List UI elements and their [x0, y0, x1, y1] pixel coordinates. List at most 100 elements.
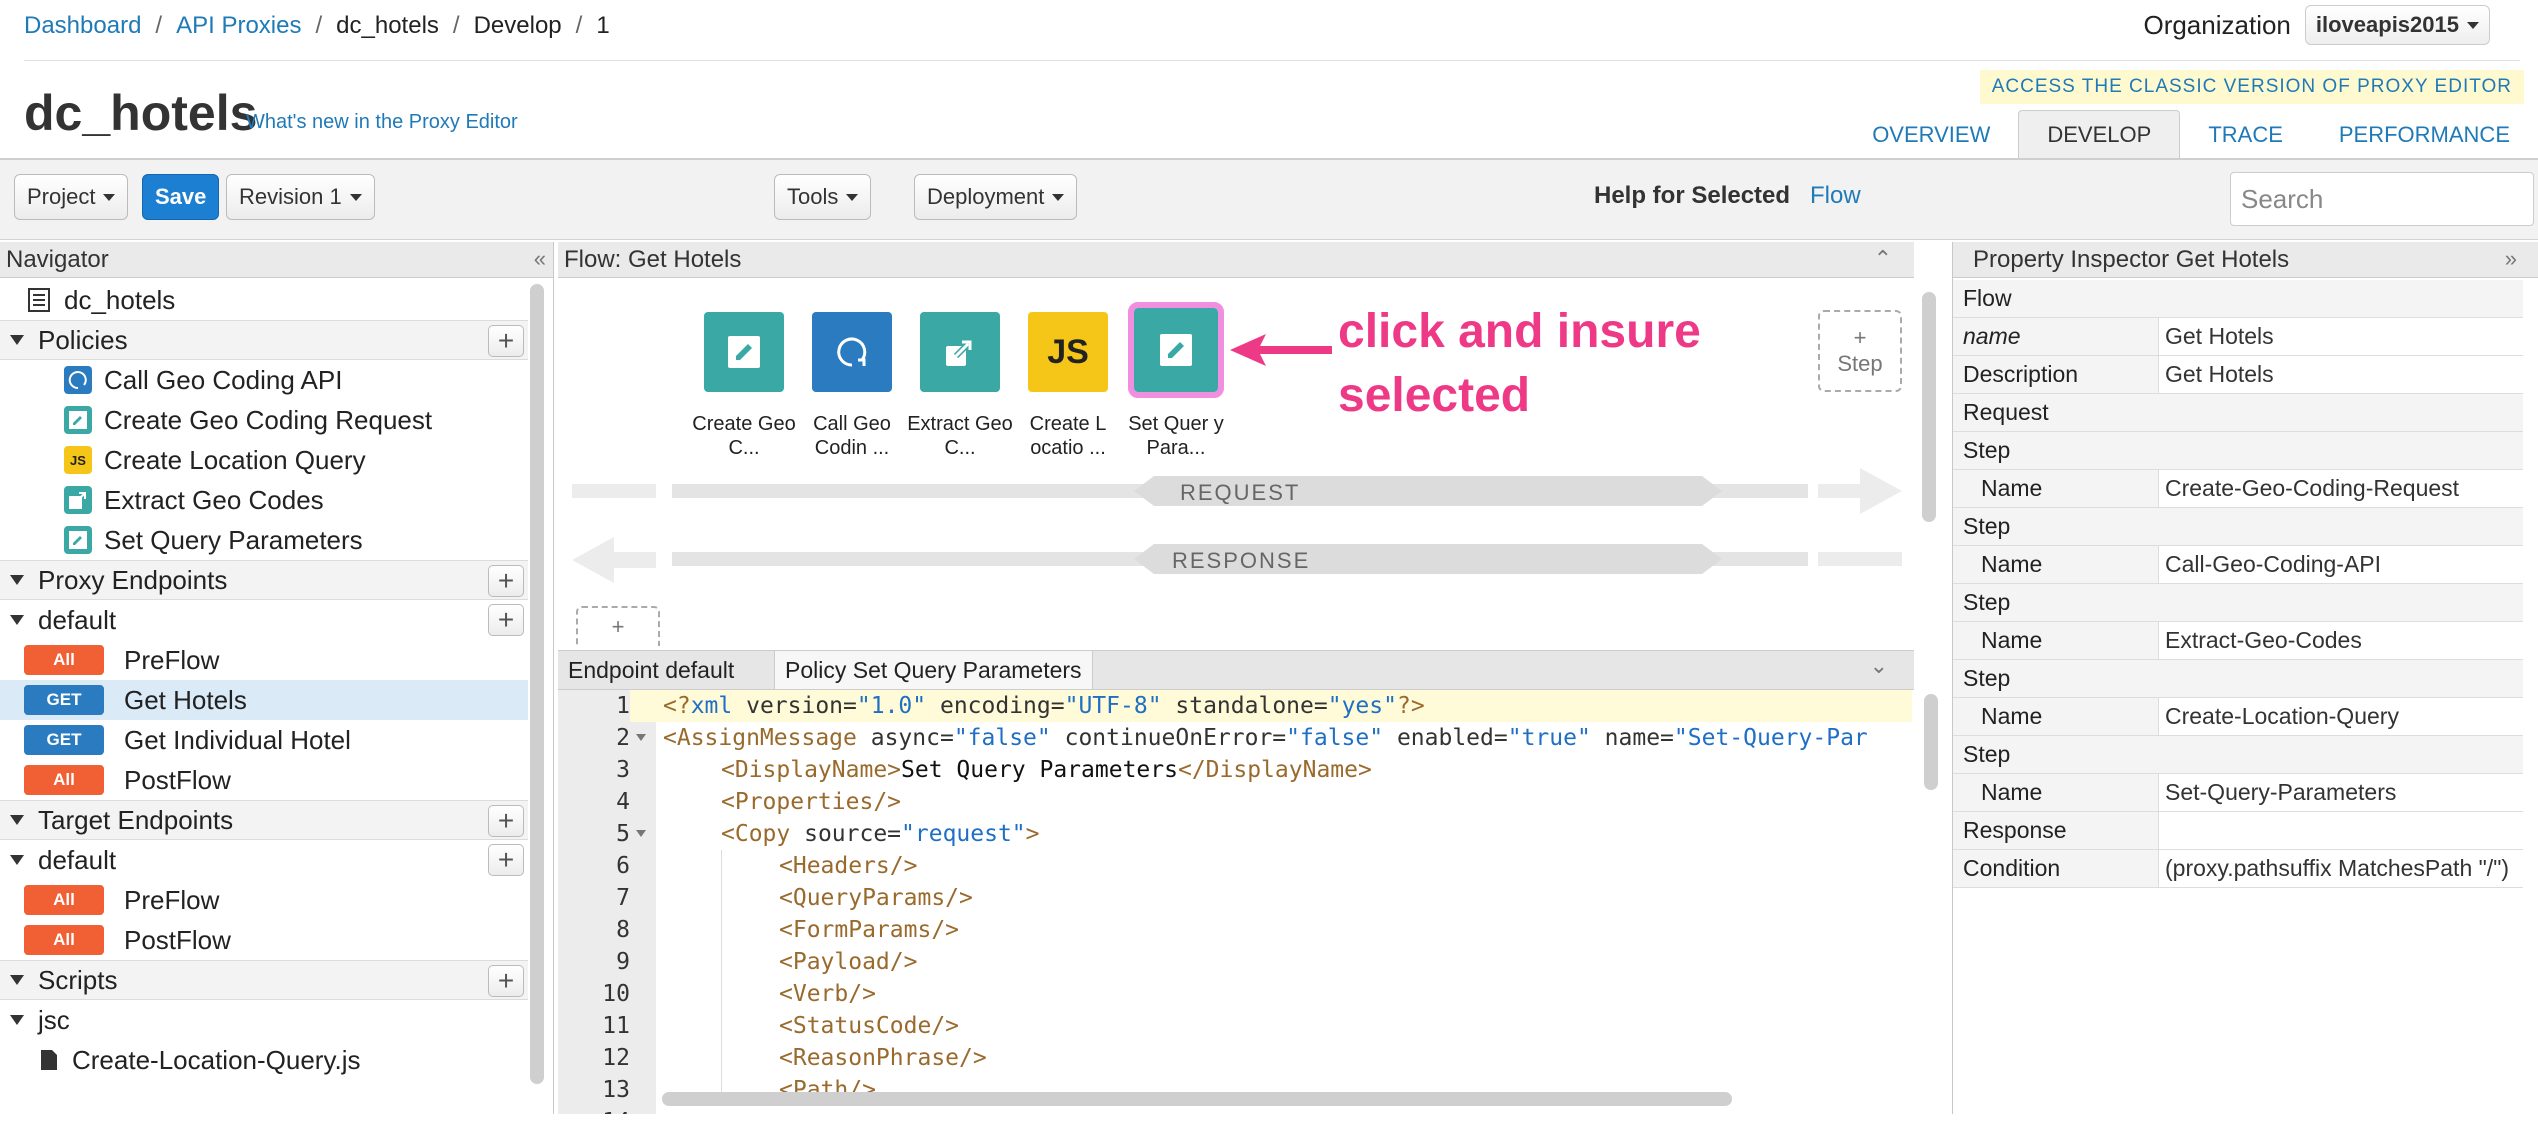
project-menu-button[interactable]: Project	[14, 174, 129, 220]
navigator-header: Navigator «	[0, 242, 553, 278]
line-number: 11	[602, 1013, 630, 1039]
proxy-endpoints-section[interactable]: Proxy Endpoints +	[0, 560, 528, 600]
code-token: enabled=	[1383, 725, 1508, 751]
code-token: standalone=	[1161, 693, 1328, 719]
inspector-value[interactable]: (proxy.pathsuffix MatchesPath "/")	[2159, 855, 2509, 882]
assign-message-icon	[64, 406, 92, 434]
target-default-folder[interactable]: default +	[0, 840, 528, 880]
expand-triangle-icon[interactable]	[10, 1015, 24, 1025]
collapse-right-icon[interactable]: »	[2505, 246, 2517, 272]
expand-triangle-icon[interactable]	[10, 975, 24, 985]
deployment-menu-button[interactable]: Deployment	[914, 174, 1078, 220]
toolbar: Project Save Revision 1 Tools Deployment…	[0, 160, 2538, 240]
add-flow-button[interactable]: +	[488, 844, 524, 876]
edit-pencil-icon[interactable]	[1128, 302, 1224, 398]
navigator-root[interactable]: dc_hotels	[0, 280, 528, 320]
edit-pencil-icon[interactable]	[704, 312, 784, 392]
expand-triangle-icon[interactable]	[10, 335, 24, 345]
code-token: async=	[856, 725, 954, 751]
revision-menu-button[interactable]: Revision 1	[226, 174, 375, 220]
line-number: 14	[558, 1106, 630, 1114]
tab-trace[interactable]: TRACE	[2180, 110, 2311, 158]
policy-item[interactable]: JS Create Location Query	[0, 440, 528, 480]
breadcrumb-api-proxies[interactable]: API Proxies	[176, 12, 301, 40]
scripts-folder-label: jsc	[38, 1004, 70, 1035]
javascript-icon[interactable]: JS	[1028, 312, 1108, 392]
policies-section[interactable]: Policies +	[0, 320, 528, 360]
expand-triangle-icon[interactable]	[10, 575, 24, 585]
classic-editor-link[interactable]: ACCESS THE CLASSIC VERSION OF PROXY EDIT…	[1979, 70, 2524, 104]
scripts-folder[interactable]: jsc	[0, 1000, 528, 1040]
flow-item[interactable]: All PreFlow	[0, 880, 528, 920]
add-step-button[interactable]: + Step	[1818, 310, 1902, 392]
line-number: 1	[558, 690, 630, 722]
script-item[interactable]: Create-Location-Query.js	[0, 1040, 528, 1080]
scripts-section[interactable]: Scripts +	[0, 960, 528, 1000]
flow-step-label: Extract Geo C...	[907, 413, 1013, 459]
add-flow-button[interactable]: +	[488, 604, 524, 636]
inspector-row: Name Create-Geo-Coding-Request	[1953, 470, 2523, 508]
breadcrumb-dashboard[interactable]: Dashboard	[24, 12, 141, 40]
target-endpoints-section[interactable]: Target Endpoints +	[0, 800, 528, 840]
flow-item[interactable]: GET Get Hotels	[0, 680, 528, 720]
code-editor[interactable]: 1 <?xml version="1.0" encoding="UTF-8" st…	[558, 690, 1914, 1114]
organization-select[interactable]: iloveapis2015	[2304, 5, 2490, 45]
navigator-scrollbar[interactable]	[530, 284, 544, 1084]
code-line: 2 <AssignMessage async="false" continueOn…	[558, 722, 1912, 754]
search-input[interactable]	[2230, 172, 2534, 226]
code-line: 14	[558, 1106, 1912, 1114]
fold-arrow-icon[interactable]	[636, 734, 646, 741]
policy-item[interactable]: Extract Geo Codes	[0, 480, 528, 520]
flow-item[interactable]: GET Get Individual Hotel	[0, 720, 528, 760]
code-token: Set Query Parameters	[901, 757, 1178, 783]
service-callout-icon[interactable]	[812, 312, 892, 392]
add-proxy-endpoints-section-button[interactable]: +	[488, 565, 524, 597]
code-token: </DisplayName>	[1177, 757, 1372, 783]
inspector-value[interactable]: Call-Geo-Coding-API	[2159, 551, 2381, 578]
tab-performance[interactable]: PERFORMANCE	[2311, 110, 2538, 158]
add-policies-section-button[interactable]: +	[488, 325, 524, 357]
add-response-step-button[interactable]: +	[576, 606, 660, 646]
policy-item[interactable]: Create Geo Coding Request	[0, 400, 528, 440]
line-number: 4	[616, 789, 630, 815]
inspector-value[interactable]: Create-Geo-Coding-Request	[2159, 475, 2459, 502]
inspector-row: Response	[1953, 812, 2523, 850]
tab-policy-set-query-parameters[interactable]: Policy Set Query Parameters	[774, 651, 1093, 689]
inspector-value[interactable]: Set-Query-Parameters	[2159, 779, 2396, 806]
inspector-value[interactable]: Create-Location-Query	[2159, 703, 2399, 730]
inspector-key: Description	[1953, 356, 2159, 393]
indent-guide	[721, 1042, 722, 1074]
tab-develop[interactable]: DEVELOP	[2018, 110, 2181, 158]
inspector-row: Step	[1953, 508, 2523, 546]
code-horizontal-scrollbar[interactable]	[662, 1092, 1732, 1106]
expand-triangle-icon[interactable]	[10, 615, 24, 625]
collapse-down-icon[interactable]: ⌄	[1870, 653, 1888, 679]
save-button[interactable]: Save	[142, 174, 220, 220]
proxy-default-folder[interactable]: default +	[0, 600, 528, 640]
tab-overview[interactable]: OVERVIEW	[1844, 110, 2018, 158]
flow-item[interactable]: All PostFlow	[0, 920, 528, 960]
fold-arrow-icon[interactable]	[636, 830, 646, 837]
collapse-left-icon[interactable]: «	[534, 246, 546, 272]
tools-menu-button[interactable]: Tools	[774, 174, 872, 220]
add-scripts-section-button[interactable]: +	[488, 965, 524, 997]
flow-scrollbar[interactable]	[1922, 292, 1936, 522]
whats-new-link[interactable]: What's new in the Proxy Editor	[246, 111, 518, 134]
flow-item[interactable]: All PreFlow	[0, 640, 528, 680]
inspector-value[interactable]: Get Hotels	[2159, 361, 2274, 388]
inspector-value[interactable]: Extract-Geo-Codes	[2159, 627, 2362, 654]
add-target-endpoints-section-button[interactable]: +	[488, 805, 524, 837]
tab-endpoint-default[interactable]: Endpoint default	[558, 651, 744, 689]
extract-variables-icon[interactable]	[920, 312, 1000, 392]
collapse-up-icon[interactable]: ⌃	[1874, 246, 1892, 272]
policy-item-label: Extract Geo Codes	[104, 484, 324, 515]
expand-triangle-icon[interactable]	[10, 855, 24, 865]
policy-item[interactable]: Call Geo Coding API	[0, 360, 528, 400]
help-flow-link[interactable]: Flow	[1810, 182, 1861, 210]
inspector-row: Step	[1953, 736, 2523, 774]
inspector-value[interactable]: Get Hotels	[2159, 323, 2274, 350]
flow-item[interactable]: All PostFlow	[0, 760, 528, 800]
policy-item[interactable]: Set Query Parameters	[0, 520, 528, 560]
expand-triangle-icon[interactable]	[10, 815, 24, 825]
code-vertical-scrollbar[interactable]	[1924, 694, 1938, 790]
